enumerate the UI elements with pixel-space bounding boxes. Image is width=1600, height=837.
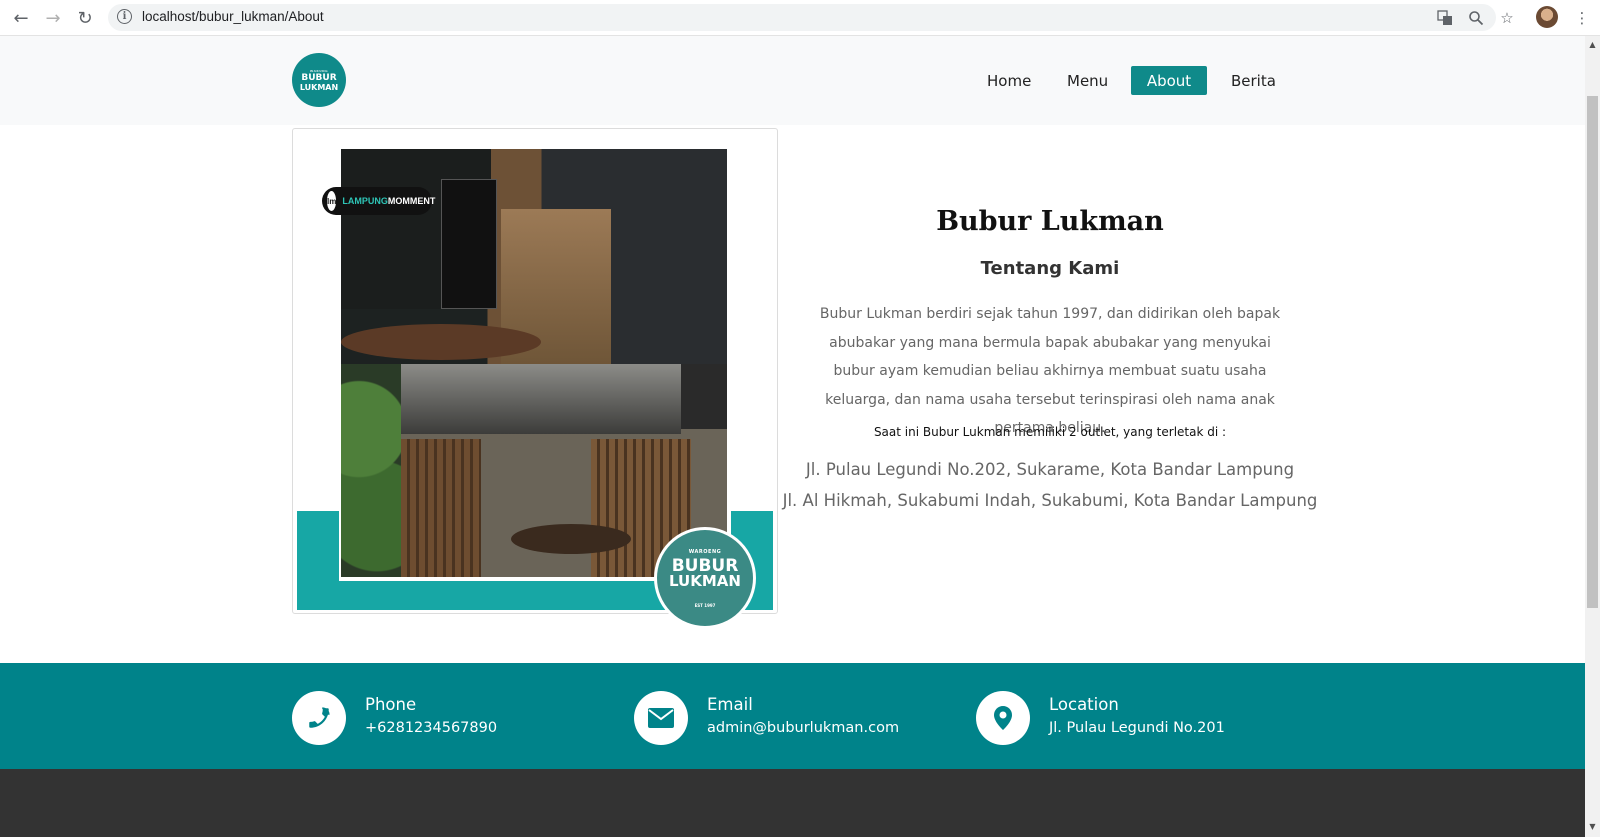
site-logo[interactable]: WARUNG BUBUR LUKMAN bbox=[292, 53, 346, 107]
site-header: WARUNG BUBUR LUKMAN Home Menu About Beri… bbox=[0, 36, 1585, 125]
phone-icon bbox=[292, 691, 346, 745]
nav-berita[interactable]: Berita bbox=[1215, 66, 1292, 95]
about-description: Bubur Lukman berdiri sejak tahun 1997, d… bbox=[819, 306, 1281, 436]
scroll-up-icon[interactable]: ▲ bbox=[1588, 40, 1597, 49]
envelope-icon bbox=[634, 691, 688, 745]
photo-brand-badge: WAROENG BUBUR LUKMAN EST 1997 bbox=[654, 527, 756, 629]
site-info-icon[interactable]: i bbox=[117, 9, 132, 24]
nav-menu[interactable]: Menu bbox=[1051, 66, 1124, 95]
zoom-icon[interactable] bbox=[1466, 8, 1486, 28]
logo-line-2: LUKMAN bbox=[299, 82, 339, 92]
nav-about[interactable]: About bbox=[1131, 66, 1207, 95]
outlet-address-2: Jl. Al Hikmah, Sukabumi Indah, Sukabumi,… bbox=[782, 491, 1318, 510]
watermark-text-b: MOMMENT bbox=[387, 196, 436, 206]
badge-line-2: LUKMAN bbox=[669, 571, 741, 590]
contact-strip: Phone +6281234567890 Email admin@buburlu… bbox=[0, 663, 1585, 769]
bookmark-star-icon[interactable]: ☆ bbox=[1497, 8, 1517, 28]
photo-watermark: lm LAMPUNGMOMMENT bbox=[322, 187, 435, 215]
browser-toolbar: ← → ↻ i localhost/bubur_lukman/About ☆ ⋮ bbox=[0, 0, 1600, 36]
email-label: Email bbox=[707, 695, 753, 714]
location-label: Location bbox=[1049, 695, 1119, 714]
page: WARUNG BUBUR LUKMAN Home Menu About Beri… bbox=[0, 36, 1585, 837]
phone-label: Phone bbox=[365, 695, 417, 714]
more-menu-icon[interactable]: ⋮ bbox=[1572, 8, 1592, 28]
address-bar[interactable]: i localhost/bubur_lukman/About bbox=[108, 4, 1496, 31]
about-title: Bubur Lukman bbox=[936, 206, 1164, 237]
scroll-down-icon[interactable]: ▼ bbox=[1588, 822, 1597, 831]
outlet-intro: Saat ini Bubur Lukman memiliki 2 outlet,… bbox=[873, 425, 1227, 439]
page-scrollbar[interactable]: ▲ ▼ bbox=[1585, 36, 1600, 837]
map-pin-icon bbox=[976, 691, 1030, 745]
location-value: Jl. Pulau Legundi No.201 bbox=[1049, 720, 1225, 736]
reload-icon[interactable]: ↻ bbox=[74, 7, 96, 29]
phone-value[interactable]: +6281234567890 bbox=[365, 720, 497, 736]
watermark-circle: lm bbox=[327, 191, 337, 211]
outlet-address-1: Jl. Pulau Legundi No.202, Sukarame, Kota… bbox=[805, 460, 1295, 479]
watermark-text-a: LAMPUNG bbox=[342, 196, 388, 206]
site-footer bbox=[0, 769, 1585, 837]
email-value[interactable]: admin@buburlukman.com bbox=[707, 720, 899, 736]
nav-home[interactable]: Home bbox=[971, 66, 1047, 95]
back-icon[interactable]: ← bbox=[10, 7, 32, 29]
forward-icon[interactable]: → bbox=[42, 7, 64, 29]
logo-small-text: WARUNG bbox=[309, 68, 329, 73]
badge-small: WAROENG bbox=[688, 548, 722, 555]
logo-line-1: BUBUR bbox=[301, 72, 337, 83]
translate-icon[interactable] bbox=[1435, 8, 1455, 28]
profile-avatar[interactable] bbox=[1536, 6, 1558, 28]
badge-est: EST 1997 bbox=[694, 602, 716, 608]
address-url[interactable]: localhost/bubur_lukman/About bbox=[142, 9, 324, 24]
about-subtitle: Tentang Kami bbox=[980, 258, 1120, 279]
scrollbar-thumb[interactable] bbox=[1587, 96, 1598, 608]
